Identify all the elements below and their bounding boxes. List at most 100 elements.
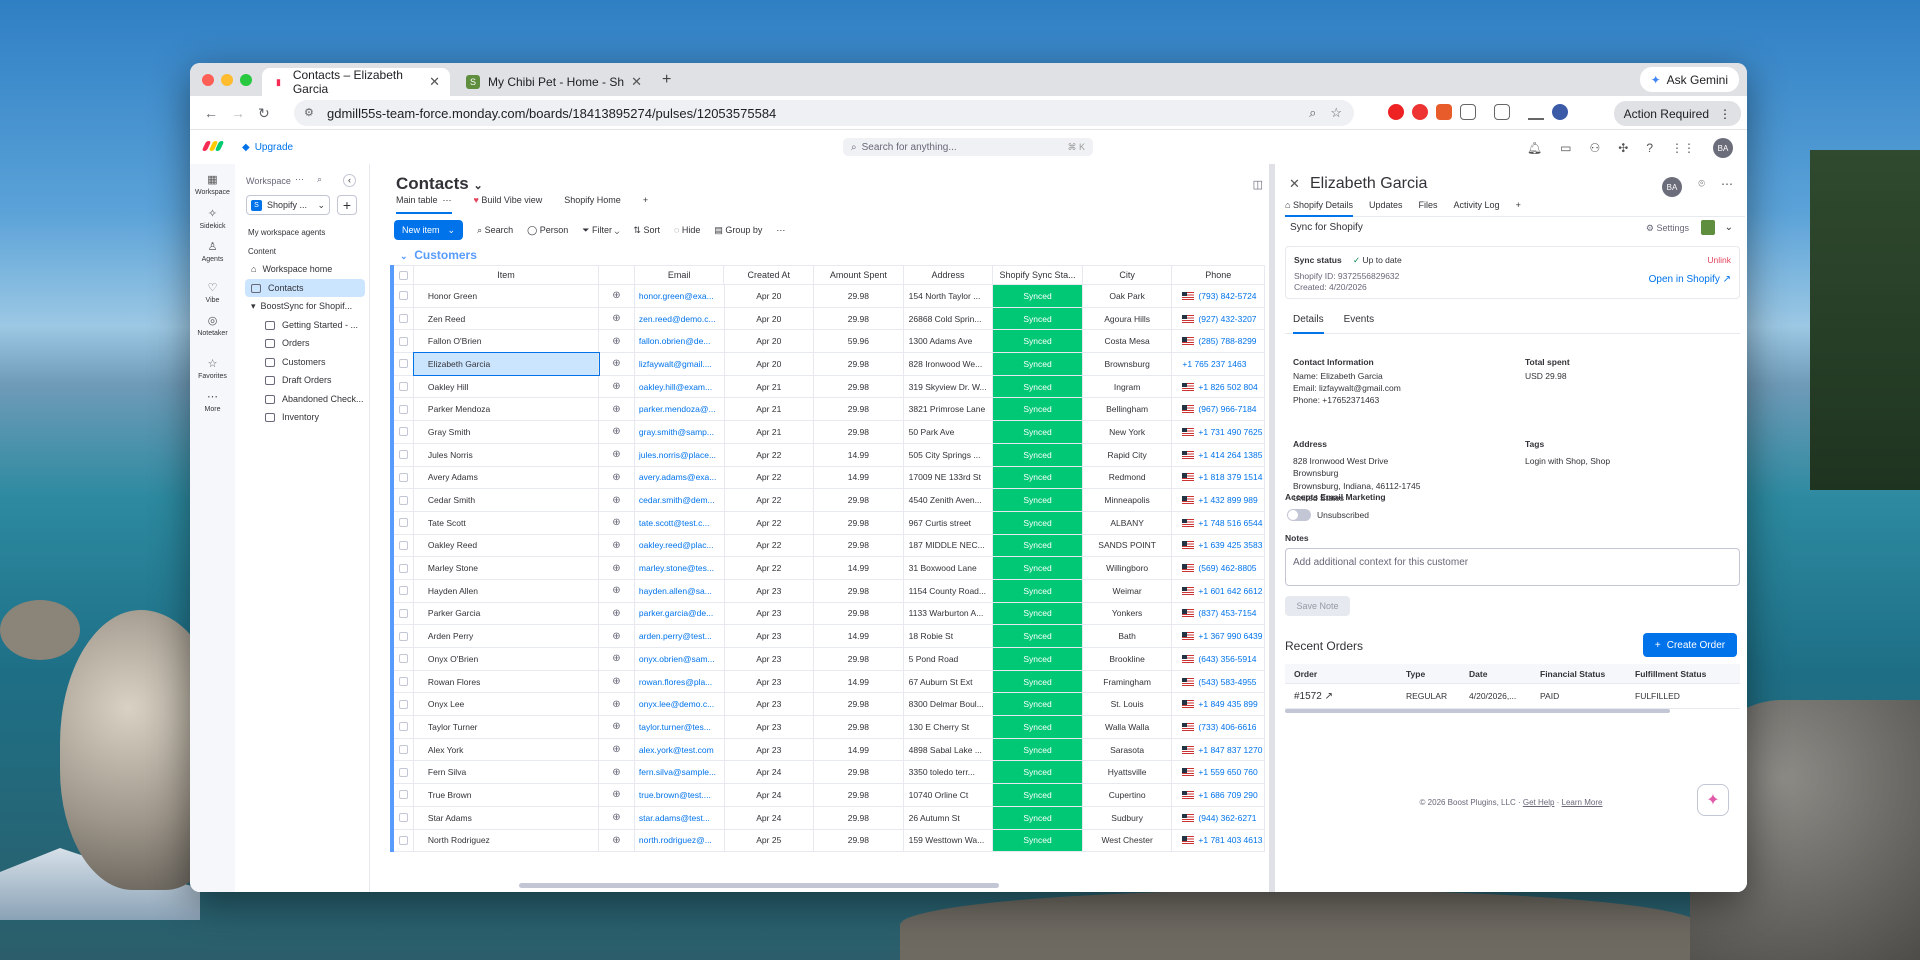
row-checkbox[interactable] bbox=[394, 443, 414, 466]
row-checkbox[interactable] bbox=[394, 534, 414, 557]
column-header-email[interactable]: Email bbox=[635, 266, 725, 284]
email-cell[interactable]: star.adams@test... bbox=[635, 806, 725, 829]
address-cell[interactable]: 1154 County Road... bbox=[904, 579, 994, 602]
row-checkbox[interactable] bbox=[394, 738, 414, 761]
tab-events[interactable]: Events bbox=[1344, 314, 1375, 333]
table-row[interactable]: Elizabeth Garcia ⊕ lizfaywalt@gmail.... Apr… bbox=[394, 352, 1266, 376]
created-at-cell[interactable]: Apr 22 bbox=[725, 443, 815, 466]
email-cell[interactable]: alex.york@test.com bbox=[635, 738, 725, 761]
phone-cell[interactable]: +1 367 990 6439 bbox=[1172, 625, 1266, 647]
phone-cell[interactable]: (944) 362-6271 bbox=[1172, 806, 1266, 829]
created-at-cell[interactable]: Apr 23 bbox=[725, 738, 815, 761]
table-row[interactable]: Gray Smith ⊕ gray.smith@samp... Apr 21 29.98… bbox=[394, 421, 1266, 444]
email-cell[interactable]: jules.norris@place... bbox=[635, 443, 725, 466]
workspace-search-icon[interactable]: ⌕ bbox=[317, 174, 322, 185]
row-checkbox[interactable] bbox=[394, 375, 414, 398]
email-cell[interactable]: onyx.lee@demo.c... bbox=[635, 693, 725, 716]
sync-status-cell[interactable]: Synced bbox=[993, 602, 1083, 625]
sync-status-cell[interactable]: Synced bbox=[993, 466, 1083, 489]
email-cell[interactable]: onyx.obrien@sam... bbox=[635, 648, 725, 670]
sync-status-cell[interactable]: Synced bbox=[993, 625, 1083, 647]
orders-scrollbar[interactable] bbox=[1285, 709, 1670, 713]
created-at-cell[interactable]: Apr 23 bbox=[725, 670, 815, 693]
email-cell[interactable]: parker.mendoza@... bbox=[635, 398, 725, 421]
table-row[interactable]: Parker Mendoza ⊕ parker.mendoza@... Apr 21 2… bbox=[394, 398, 1266, 422]
sidebar-item-boostsync-folder[interactable]: ▾ BoostSync for Shopif... bbox=[245, 297, 365, 315]
create-order-button[interactable]: + Create Order bbox=[1643, 633, 1737, 657]
created-at-cell[interactable]: Apr 24 bbox=[725, 806, 815, 829]
horizontal-scrollbar[interactable] bbox=[519, 883, 999, 888]
city-cell[interactable]: Rapid City bbox=[1083, 443, 1173, 466]
created-at-cell[interactable]: Apr 23 bbox=[725, 716, 815, 738]
item-name-cell[interactable]: Tate Scott bbox=[414, 511, 600, 534]
phone-cell[interactable]: (837) 453-7154 bbox=[1172, 602, 1266, 625]
sync-status-cell[interactable]: Synced bbox=[993, 375, 1083, 398]
email-cell[interactable]: fallon.obrien@de... bbox=[635, 330, 725, 353]
add-tab-icon[interactable]: + bbox=[1516, 200, 1521, 210]
amount-spent-cell[interactable]: 14.99 bbox=[814, 443, 904, 466]
sync-status-cell[interactable]: Synced bbox=[993, 489, 1083, 511]
sync-status-cell[interactable]: Synced bbox=[993, 398, 1083, 421]
amount-spent-cell[interactable]: 29.98 bbox=[814, 511, 904, 534]
table-row[interactable]: North Rodriguez ⊕ north.rodriguez@... Apr 2… bbox=[394, 829, 1266, 853]
table-row[interactable]: Marley Stone ⊕ marley.stone@tes... Apr 22 14… bbox=[394, 557, 1266, 580]
city-cell[interactable]: Sudbury bbox=[1083, 806, 1173, 829]
phone-cell[interactable]: +1 414 264 1385 bbox=[1172, 443, 1266, 466]
rail-item-agents[interactable]: ♙ Agents bbox=[190, 240, 235, 263]
action-required-button[interactable]: Action Required ⋮ bbox=[1613, 101, 1741, 126]
city-cell[interactable]: Walla Walla bbox=[1083, 716, 1173, 738]
column-header-phone[interactable]: Phone bbox=[1172, 266, 1266, 284]
table-row[interactable]: Zen Reed ⊕ zen.reed@demo.c... Apr 20 29.98 26… bbox=[394, 307, 1266, 331]
panel-more-icon[interactable]: ⋯ bbox=[1721, 177, 1733, 191]
city-cell[interactable]: Redmond bbox=[1083, 466, 1173, 489]
email-cell[interactable]: rowan.flores@pla... bbox=[635, 670, 725, 693]
email-cell[interactable]: marley.stone@tes... bbox=[635, 557, 725, 579]
item-name-cell[interactable]: Rowan Flores bbox=[414, 670, 600, 693]
phone-cell[interactable]: (543) 583-4955 bbox=[1172, 670, 1266, 693]
chevron-down-icon[interactable]: ⌄ bbox=[1725, 222, 1733, 233]
settings-button[interactable]: ⚙ Settings bbox=[1646, 223, 1689, 234]
email-cell[interactable]: true.brown@test.... bbox=[635, 784, 725, 806]
table-row[interactable]: Fallon O'Brien ⊕ fallon.obrien@de... Apr 20… bbox=[394, 330, 1266, 354]
column-header-sync-status[interactable]: Shopify Sync Sta... bbox=[993, 266, 1083, 284]
sync-status-cell[interactable]: Synced bbox=[993, 534, 1083, 557]
address-cell[interactable]: 18 Robie St bbox=[904, 625, 994, 647]
sync-status-cell[interactable]: Synced bbox=[993, 738, 1083, 761]
add-update-icon[interactable]: ⊕ bbox=[599, 784, 635, 806]
created-at-cell[interactable]: Apr 23 bbox=[725, 579, 815, 602]
global-search-input[interactable]: ⌕ Search for anything... ⌘ K bbox=[843, 138, 1093, 156]
row-checkbox[interactable] bbox=[394, 557, 414, 579]
city-cell[interactable]: Brookline bbox=[1083, 648, 1173, 670]
address-cell[interactable]: 26 Autumn St bbox=[904, 806, 994, 829]
rail-item-favorites[interactable]: ☆ Favorites bbox=[190, 357, 235, 380]
sync-status-cell[interactable]: Synced bbox=[993, 648, 1083, 670]
city-cell[interactable]: Framingham bbox=[1083, 670, 1173, 693]
add-update-icon[interactable]: ⊕ bbox=[599, 511, 635, 534]
email-cell[interactable]: zen.reed@demo.c... bbox=[635, 307, 725, 330]
created-at-cell[interactable]: Apr 23 bbox=[725, 648, 815, 670]
add-update-icon[interactable]: ⊕ bbox=[599, 534, 635, 557]
city-cell[interactable]: Willingboro bbox=[1083, 557, 1173, 579]
tab-shopify-home[interactable]: Shopify Home bbox=[564, 195, 621, 214]
table-row[interactable]: Star Adams ⊕ star.adams@test... Apr 24 29.98… bbox=[394, 806, 1266, 830]
ask-gemini-button[interactable]: ✦ Ask Gemini bbox=[1639, 67, 1739, 92]
row-checkbox[interactable] bbox=[394, 693, 414, 716]
add-update-icon[interactable]: ⊕ bbox=[599, 285, 635, 307]
add-update-icon[interactable]: ⊕ bbox=[599, 579, 635, 602]
item-name-cell[interactable]: Honor Green bbox=[414, 285, 600, 307]
table-row[interactable]: Hayden Allen ⊕ hayden.allen@sa... Apr 23 29.… bbox=[394, 579, 1266, 603]
sync-status-cell[interactable]: Synced bbox=[993, 557, 1083, 579]
address-cell[interactable]: 130 E Cherry St bbox=[904, 716, 994, 738]
sync-status-cell[interactable]: Synced bbox=[993, 806, 1083, 829]
amount-spent-cell[interactable]: 14.99 bbox=[814, 670, 904, 693]
item-name-cell[interactable]: Fallon O'Brien bbox=[414, 330, 600, 353]
address-cell[interactable]: 187 MIDDLE NEC... bbox=[904, 534, 994, 557]
amount-spent-cell[interactable]: 29.98 bbox=[814, 693, 904, 716]
more-options-icon[interactable]: ⋯ bbox=[776, 225, 785, 236]
add-update-icon[interactable]: ⊕ bbox=[599, 761, 635, 784]
amount-spent-cell[interactable]: 14.99 bbox=[814, 557, 904, 579]
rail-item-workspace[interactable]: ▦ Workspace bbox=[190, 173, 235, 196]
search-button[interactable]: ⌕ Search bbox=[477, 225, 513, 236]
rail-item-sidekick[interactable]: ✧ Sidekick bbox=[190, 207, 235, 230]
phone-cell[interactable]: +1 686 709 290 bbox=[1172, 784, 1266, 806]
